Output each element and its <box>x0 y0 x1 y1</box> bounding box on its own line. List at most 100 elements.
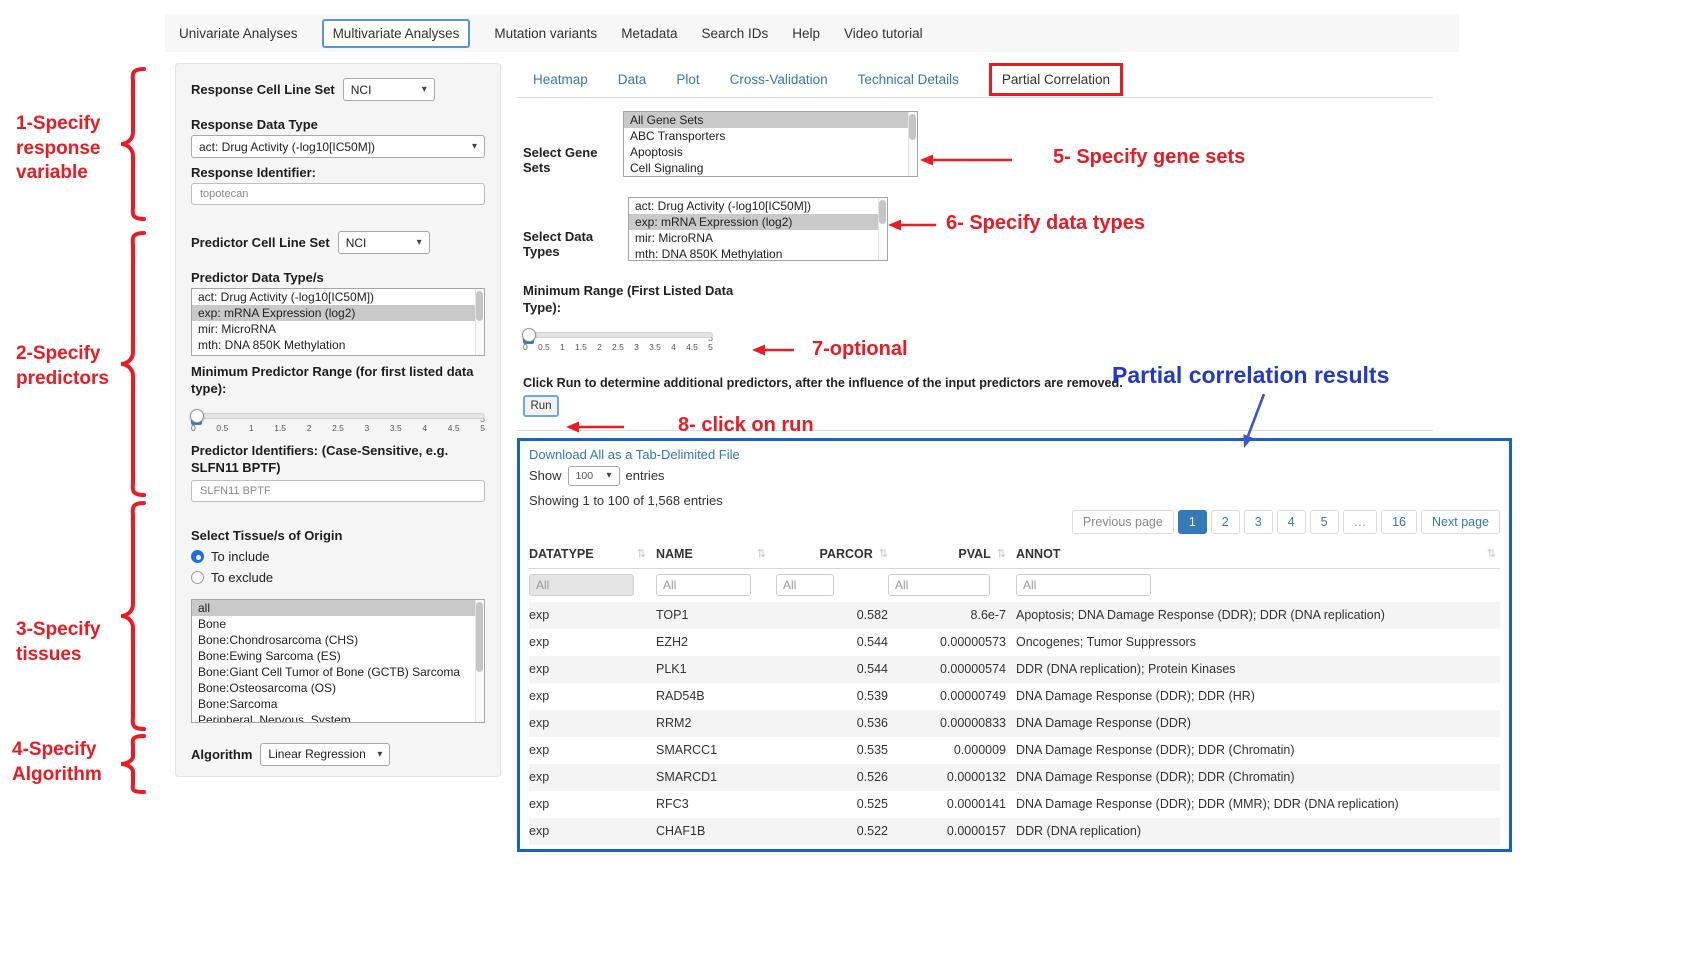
column-header-parcor[interactable]: PARCOR⇅ <box>776 547 888 561</box>
nav-tab-multivariate-analyses[interactable]: Multivariate Analyses <box>322 19 471 48</box>
entries-select[interactable]: 100 ▾ <box>568 466 620 486</box>
sort-icon[interactable]: ⇅ <box>879 547 888 560</box>
tab-data[interactable]: Data <box>618 72 647 87</box>
list-option[interactable]: Bone:Sarcoma <box>192 696 484 712</box>
page-button-16[interactable]: 16 <box>1381 510 1417 534</box>
column-header-annot[interactable]: ANNOT⇅ <box>1006 547 1500 561</box>
list-option[interactable]: Apoptosis <box>624 144 917 160</box>
slider-handle[interactable] <box>522 328 536 342</box>
pagination: Previous page 1 2 3 4 5 … 16 Next page <box>529 510 1500 534</box>
cell-annot: DNA Damage Response (DDR) <box>1006 716 1500 730</box>
nav-tab-help[interactable]: Help <box>792 26 820 41</box>
list-option-selected[interactable]: All Gene Sets <box>624 112 917 128</box>
tab-heatmap[interactable]: Heatmap <box>533 72 588 87</box>
run-button[interactable]: Run <box>523 395 559 417</box>
list-option-selected[interactable]: exp: mRNA Expression (log2) <box>629 214 887 230</box>
list-option[interactable]: act: Drug Activity (-log10[IC50M]) <box>192 289 484 305</box>
annotation-step4: 4-Specify Algorithm <box>12 738 122 787</box>
list-option[interactable]: Bone:Chondrosarcoma (CHS) <box>192 632 484 648</box>
slider-track[interactable] <box>523 332 713 338</box>
page-button-5[interactable]: 5 <box>1310 510 1339 534</box>
sort-icon[interactable]: ⇅ <box>1487 547 1496 560</box>
cell-datatype: exp <box>529 662 656 676</box>
column-header-pval[interactable]: PVAL⇅ <box>888 547 1006 561</box>
min-predictor-range-slider: 0 5 00.511.522.533.544.55 <box>191 413 485 433</box>
cell-pval: 0.0000141 <box>888 797 1006 811</box>
cell-annot: DDR (DNA replication) <box>1006 824 1500 838</box>
cell-pval: 0.00000833 <box>888 716 1006 730</box>
previous-page-button[interactable]: Previous page <box>1072 510 1174 534</box>
predictor-cell-line-set-select[interactable]: NCI ▾ <box>338 231 430 254</box>
cell-pval: 0.00000749 <box>888 689 1006 703</box>
slider-handle[interactable] <box>190 409 204 423</box>
nav-tab-mutation-variants[interactable]: Mutation variants <box>494 26 597 41</box>
list-option[interactable]: Cell Signaling <box>624 160 917 176</box>
sort-icon[interactable]: ⇅ <box>637 547 646 560</box>
page-button-1[interactable]: 1 <box>1178 510 1207 534</box>
response-data-type-select[interactable]: act: Drug Activity (-log10[IC50M]) ▾ <box>191 135 485 158</box>
tab-cross-validation[interactable]: Cross-Validation <box>730 72 828 87</box>
tab-partial-correlation[interactable]: Partial Correlation <box>989 63 1123 96</box>
chevron-down-icon: ▾ <box>607 470 612 481</box>
algorithm-select[interactable]: Linear Regression ▾ <box>260 743 390 766</box>
list-option[interactable]: Bone:Ewing Sarcoma (ES) <box>192 648 484 664</box>
predictor-identifiers-input[interactable]: SLFN11 BPTF <box>191 480 485 502</box>
download-link[interactable]: Download All as a Tab-Delimited File <box>529 447 1500 462</box>
tab-plot[interactable]: Plot <box>676 72 699 87</box>
tissue-include-radio[interactable]: To include <box>191 549 485 564</box>
response-cell-line-set-select[interactable]: NCI ▾ <box>343 78 435 101</box>
tissue-exclude-label: To exclude <box>211 570 273 585</box>
slider-track[interactable] <box>191 413 485 419</box>
page-button-2[interactable]: 2 <box>1211 510 1240 534</box>
nav-tab-metadata[interactable]: Metadata <box>621 26 677 41</box>
scrollbar[interactable] <box>908 112 917 176</box>
cell-datatype: exp <box>529 824 656 838</box>
list-option[interactable]: Peripheral_Nervous_System <box>192 712 484 723</box>
response-identifier-input[interactable]: topotecan <box>191 183 485 205</box>
list-option[interactable]: act: Drug Activity (-log10[IC50M]) <box>629 198 887 214</box>
filter-annot-input[interactable] <box>1016 574 1151 596</box>
list-option-selected[interactable]: exp: mRNA Expression (log2) <box>192 305 484 321</box>
list-option[interactable]: mir: MicroRNA <box>192 321 484 337</box>
cell-datatype: exp <box>529 743 656 757</box>
list-option[interactable]: Bone <box>192 616 484 632</box>
cell-parcor: 0.536 <box>776 716 888 730</box>
cell-annot: DNA Damage Response (DDR); DDR (Chromati… <box>1006 743 1500 757</box>
page-button-3[interactable]: 3 <box>1244 510 1273 534</box>
list-option[interactable]: mir: MicroRNA <box>629 230 887 246</box>
cell-datatype: exp <box>529 716 656 730</box>
annotation-step5: 5- Specify gene sets <box>1053 144 1245 170</box>
list-option[interactable]: mth: DNA 850K Methylation <box>192 337 484 353</box>
nav-tab-univariate-analyses[interactable]: Univariate Analyses <box>179 26 298 41</box>
column-header-name[interactable]: NAME⇅ <box>656 547 776 561</box>
filter-pval-input[interactable] <box>888 574 990 596</box>
annotation-step7: 7-optional <box>812 336 908 362</box>
chevron-down-icon: ▾ <box>422 84 427 95</box>
predictor-data-types-label: Predictor Data Type/s <box>191 270 485 285</box>
list-option[interactable]: ABC Transporters <box>624 128 917 144</box>
next-page-button[interactable]: Next page <box>1421 510 1500 534</box>
filter-parcor-input[interactable] <box>776 574 834 596</box>
analysis-tabs: Heatmap Data Plot Cross-Validation Techn… <box>517 62 1433 98</box>
scrollbar[interactable] <box>475 289 484 355</box>
sort-icon[interactable]: ⇅ <box>757 547 766 560</box>
cell-parcor: 0.522 <box>776 824 888 838</box>
list-option-selected[interactable]: all <box>192 600 484 616</box>
scrollbar[interactable] <box>475 600 484 722</box>
algorithm-value: Linear Regression <box>268 747 365 761</box>
filter-datatype-input[interactable] <box>529 574 634 596</box>
filter-name-input[interactable] <box>656 574 751 596</box>
list-option[interactable]: mth: DNA 850K Methylation <box>629 246 887 261</box>
cell-name: SMARCD1 <box>656 770 776 784</box>
page-button-4[interactable]: 4 <box>1277 510 1306 534</box>
sort-icon[interactable]: ⇅ <box>997 547 1006 560</box>
table-header-row: DATATYPE⇅ NAME⇅ PARCOR⇅ PVAL⇅ ANNOT⇅ <box>529 540 1500 569</box>
brace-annotation-3 <box>116 500 148 732</box>
column-header-datatype[interactable]: DATATYPE⇅ <box>529 547 656 561</box>
list-option[interactable]: Bone:Giant Cell Tumor of Bone (GCTB) Sar… <box>192 664 484 680</box>
nav-tab-video-tutorial[interactable]: Video tutorial <box>844 26 923 41</box>
tab-technical-details[interactable]: Technical Details <box>858 72 959 87</box>
list-option[interactable]: Bone:Osteosarcoma (OS) <box>192 680 484 696</box>
nav-tab-search-ids[interactable]: Search IDs <box>701 26 768 41</box>
tissue-exclude-radio[interactable]: To exclude <box>191 570 485 585</box>
